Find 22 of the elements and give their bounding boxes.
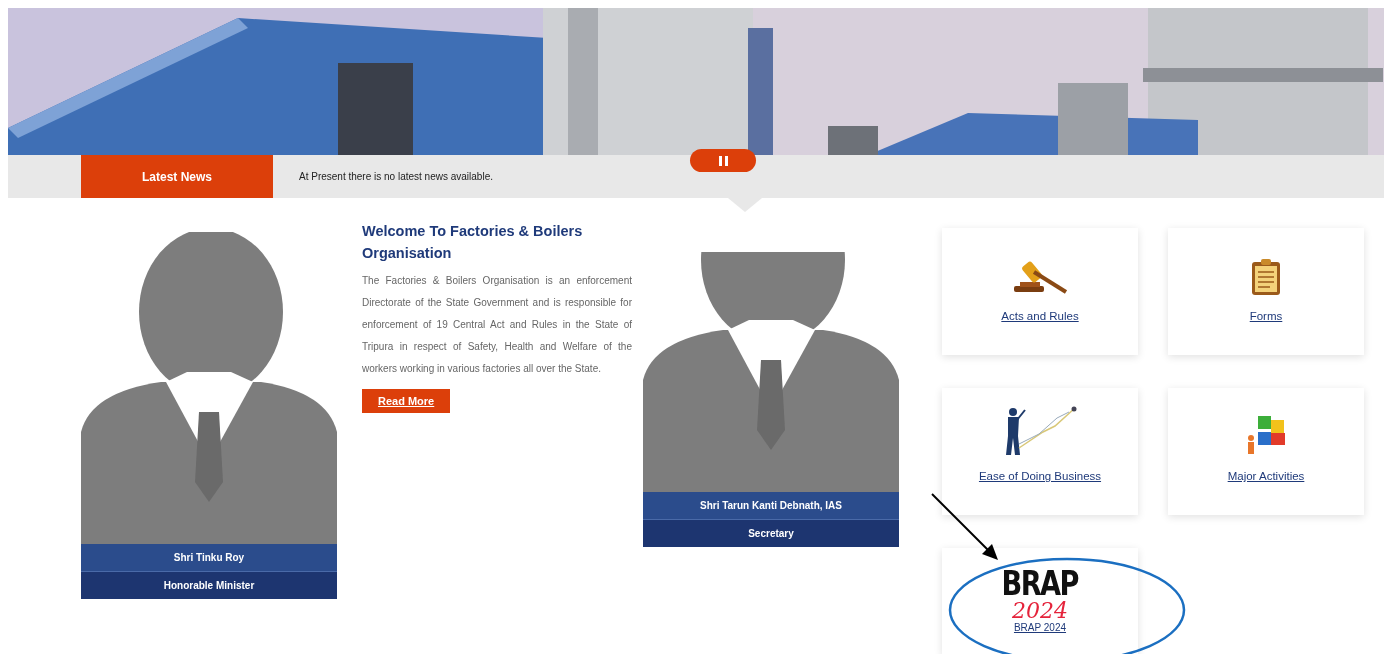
gavel-icon: [1012, 260, 1068, 296]
tile-link[interactable]: Acts and Rules: [1001, 310, 1079, 322]
presenter-chart-icon: [1003, 404, 1077, 456]
pause-icon: [718, 155, 728, 166]
pause-button[interactable]: [690, 149, 756, 172]
tile-link[interactable]: BRAP 2024: [1013, 622, 1067, 633]
news-message: At Present there is no latest news available.: [299, 171, 493, 182]
tile-link[interactable]: Ease of Doing Business: [978, 470, 1102, 482]
brap-logo-title: BRAP: [1001, 566, 1079, 600]
latest-news-label: Latest News: [81, 155, 273, 198]
tile-link[interactable]: Major Activities: [1227, 470, 1305, 482]
brap-logo-year: 2024: [1012, 600, 1068, 622]
person-name: Shri Tinku Roy: [81, 544, 337, 571]
person-role: Honorable Minister: [81, 571, 337, 599]
welcome-heading: Welcome To Factories & Boilers Organisation: [362, 222, 584, 263]
welcome-paragraph: The Factories & Boilers Organisation is an enforcement Directorate of the State Government and is responsible for enforcement of 19 Central Act and Rules in the State of Tripura in respect of Safety, Health and Welfare of the workers working in various factories all over the State.: [362, 274, 632, 376]
annotation-arrow: [930, 492, 1000, 562]
read-more-button[interactable]: Read More: [362, 389, 451, 413]
clipboard-icon: [1251, 258, 1281, 296]
tile-link[interactable]: Forms: [1249, 310, 1283, 322]
person-name: Shri Tarun Kanti Debnath, IAS: [643, 492, 899, 519]
person-role: Secretary: [643, 519, 899, 547]
